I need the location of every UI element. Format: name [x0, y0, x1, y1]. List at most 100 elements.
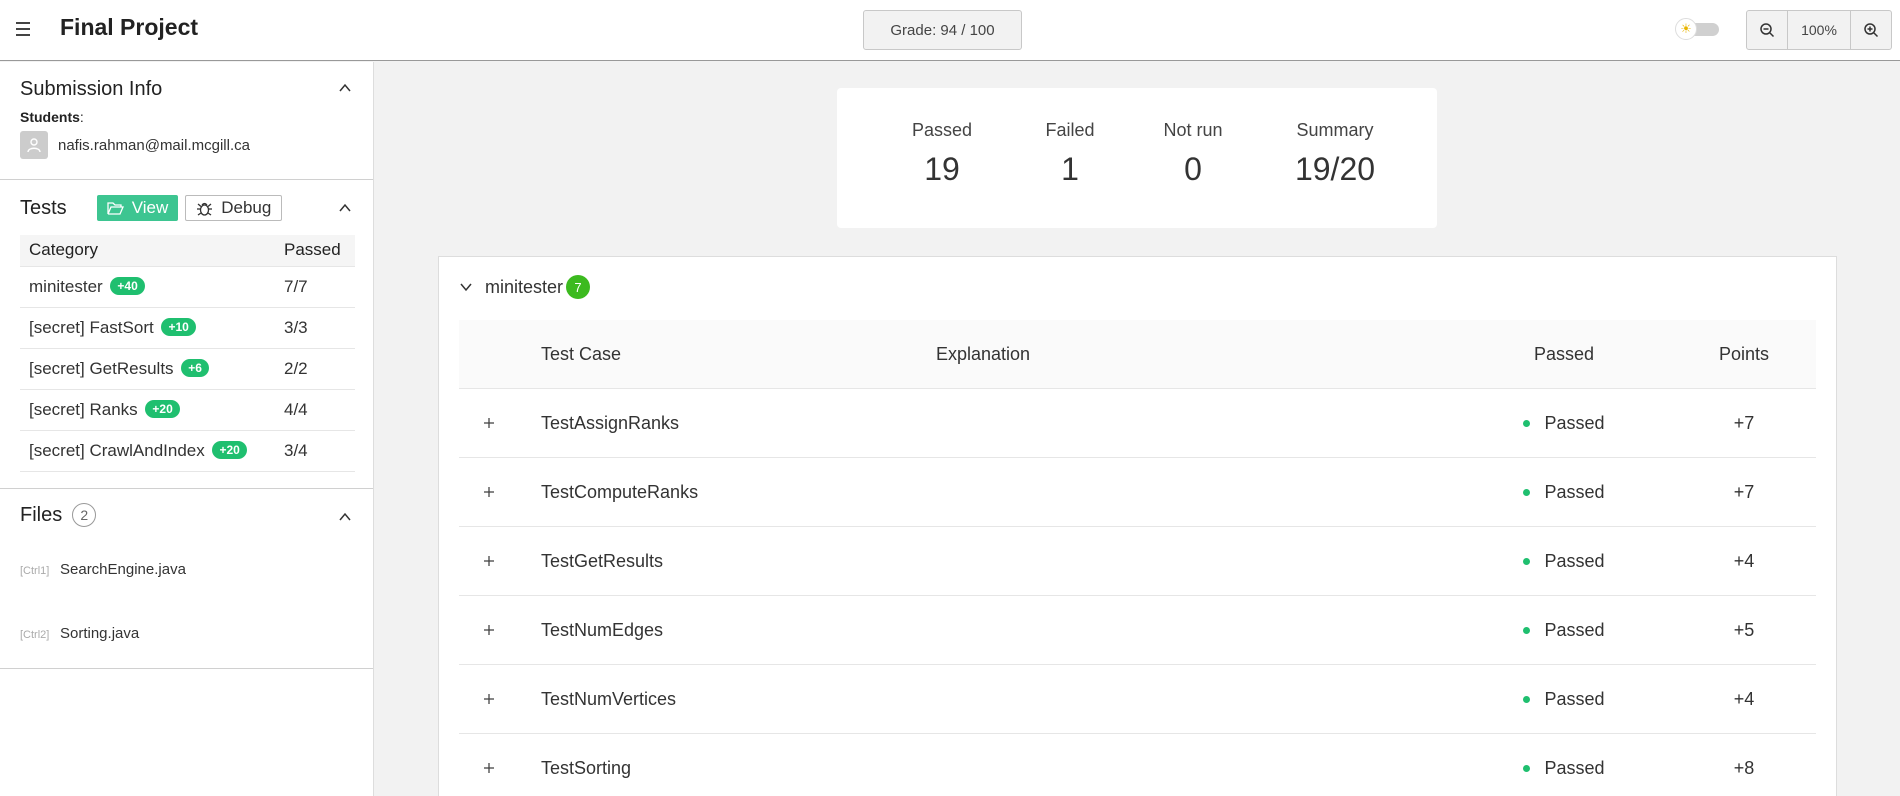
table-row: TestComputeRanks Passed +7 — [459, 458, 1816, 527]
status-dot-icon — [1523, 626, 1531, 634]
passed-cell: 2/2 — [275, 348, 355, 390]
students-label: Students: — [20, 109, 84, 125]
table-row: TestNumEdges Passed +5 — [459, 596, 1816, 665]
group-count-badge: 7 — [566, 275, 591, 299]
status-badge: Passed — [1469, 458, 1659, 526]
top-bar: Final Project Grade: 94 / 100 ☀ 100% — [0, 0, 1900, 61]
submission-info-title: Submission Info — [20, 78, 163, 100]
file-name: SearchEngine.java — [60, 561, 186, 578]
status-dot-icon — [1523, 419, 1531, 427]
category-row[interactable]: [secret] FastSort +10 3/3 — [20, 307, 355, 349]
category-row[interactable]: [secret] GetResults +6 2/2 — [20, 348, 355, 390]
status-badge: Passed — [1469, 596, 1659, 664]
zoom-controls: 100% — [1746, 10, 1892, 50]
stat-not-run: Not run 0 — [1163, 120, 1223, 187]
debug-button[interactable]: Debug — [185, 195, 283, 221]
status-badge: Passed — [1469, 665, 1659, 733]
table-row: TestNumVertices Passed +4 — [459, 665, 1816, 734]
tests-section: Tests View Debug Category Passed minites… — [0, 180, 373, 489]
points-badge: +20 — [145, 399, 180, 418]
group-name: minitester — [485, 276, 564, 297]
category-row[interactable]: [secret] Ranks +20 4/4 — [20, 389, 355, 431]
status-dot-icon — [1523, 764, 1531, 772]
test-group-card: minitester 7 Test Case Explanation Passe… — [438, 256, 1837, 796]
zoom-level: 100% — [1787, 11, 1851, 49]
theme-toggle[interactable]: ☀ — [1675, 18, 1723, 40]
category-cell: [secret] CrawlAndIndex +20 — [20, 430, 275, 472]
points-badge: +20 — [212, 440, 247, 459]
expand-row-button[interactable] — [479, 734, 499, 796]
page-title: Final Project — [60, 14, 199, 40]
passed-column-header: Passed — [275, 235, 355, 267]
points-value: +4 — [1733, 688, 1755, 709]
category-cell: [secret] Ranks +20 — [20, 389, 275, 431]
category-table: Category Passed minitester +40 7/7 [secr… — [20, 235, 355, 472]
test-case-table: Test Case Explanation Passed Points Test… — [459, 320, 1816, 796]
user-icon — [27, 138, 41, 153]
student-row: nafis.rahman@mail.mcgill.ca — [20, 131, 353, 159]
zoom-in-icon — [1864, 23, 1879, 38]
expand-row-button[interactable] — [479, 527, 499, 595]
status-dot-icon — [1523, 557, 1531, 565]
zoom-in-button[interactable] — [1851, 11, 1891, 49]
expand-row-button[interactable] — [479, 389, 499, 457]
points-value: +4 — [1733, 550, 1755, 571]
expand-row-button[interactable] — [479, 458, 499, 526]
plus-icon — [484, 556, 494, 566]
test-case-name: TestNumEdges — [541, 619, 664, 640]
status-dot-icon — [1523, 488, 1531, 496]
zoom-out-icon — [1760, 23, 1775, 38]
category-column-header: Category — [20, 235, 275, 267]
chevron-up-icon[interactable] — [337, 200, 353, 216]
test-case-name: TestComputeRanks — [541, 481, 699, 502]
file-name: Sorting.java — [60, 625, 140, 642]
files-count: 2 — [72, 503, 97, 527]
test-case-name: TestAssignRanks — [541, 412, 680, 433]
group-header[interactable]: minitester 7 — [459, 275, 591, 299]
files-section: Files 2 [Ctrl1] SearchEngine.java [Ctrl2… — [0, 489, 373, 669]
test-case-name: TestNumVertices — [541, 688, 677, 709]
view-button[interactable]: View — [96, 195, 179, 221]
sun-icon: ☀ — [1675, 18, 1697, 40]
avatar — [20, 131, 48, 159]
status-badge: Passed — [1469, 527, 1659, 595]
zoom-out-button[interactable] — [1747, 11, 1787, 49]
plus-icon — [484, 487, 494, 497]
category-row[interactable]: minitester +40 7/7 — [20, 266, 355, 308]
student-email: nafis.rahman@mail.mcgill.ca — [58, 136, 250, 154]
status-dot-icon — [1523, 695, 1531, 703]
file-item[interactable]: [Ctrl2] Sorting.java — [20, 625, 353, 642]
chevron-up-icon[interactable] — [337, 80, 353, 96]
category-cell: [secret] GetResults +6 — [20, 348, 275, 390]
category-row[interactable]: [secret] CrawlAndIndex +20 3/4 — [20, 430, 355, 472]
chevron-up-icon[interactable] — [337, 509, 353, 525]
passed-cell: 3/4 — [275, 430, 355, 472]
plus-icon — [484, 694, 494, 704]
passed-cell: 4/4 — [275, 389, 355, 431]
stat-summary: Summary 19/20 — [1294, 120, 1376, 187]
test-case-column-header: Test Case — [541, 343, 622, 364]
passed-cell: 7/7 — [275, 266, 355, 308]
table-row: TestGetResults Passed +4 — [459, 527, 1816, 596]
points-badge: +10 — [161, 317, 196, 336]
bug-icon — [197, 202, 213, 216]
submission-info-section: Submission Info Students: nafis.rahman@m… — [0, 62, 373, 180]
passed-cell: 3/3 — [275, 307, 355, 349]
passed-column-header: Passed — [1533, 343, 1595, 364]
explanation-column-header: Explanation — [936, 343, 1031, 364]
expand-row-button[interactable] — [479, 596, 499, 664]
file-item[interactable]: [Ctrl1] SearchEngine.java — [20, 561, 353, 578]
file-shortcut: [Ctrl1] — [20, 565, 50, 577]
expand-row-button[interactable] — [479, 665, 499, 733]
menu-icon[interactable] — [16, 17, 38, 41]
category-cell: [secret] FastSort +10 — [20, 307, 275, 349]
points-value: +5 — [1733, 619, 1755, 640]
table-row: TestAssignRanks Passed +7 — [459, 389, 1816, 458]
points-badge: +6 — [181, 358, 209, 377]
points-value: +8 — [1733, 757, 1755, 778]
files-title: Files — [20, 503, 63, 526]
points-value: +7 — [1733, 412, 1755, 433]
plus-icon — [484, 763, 494, 773]
folder-open-icon — [107, 202, 124, 215]
sidebar: Submission Info Students: nafis.rahman@m… — [0, 62, 374, 796]
